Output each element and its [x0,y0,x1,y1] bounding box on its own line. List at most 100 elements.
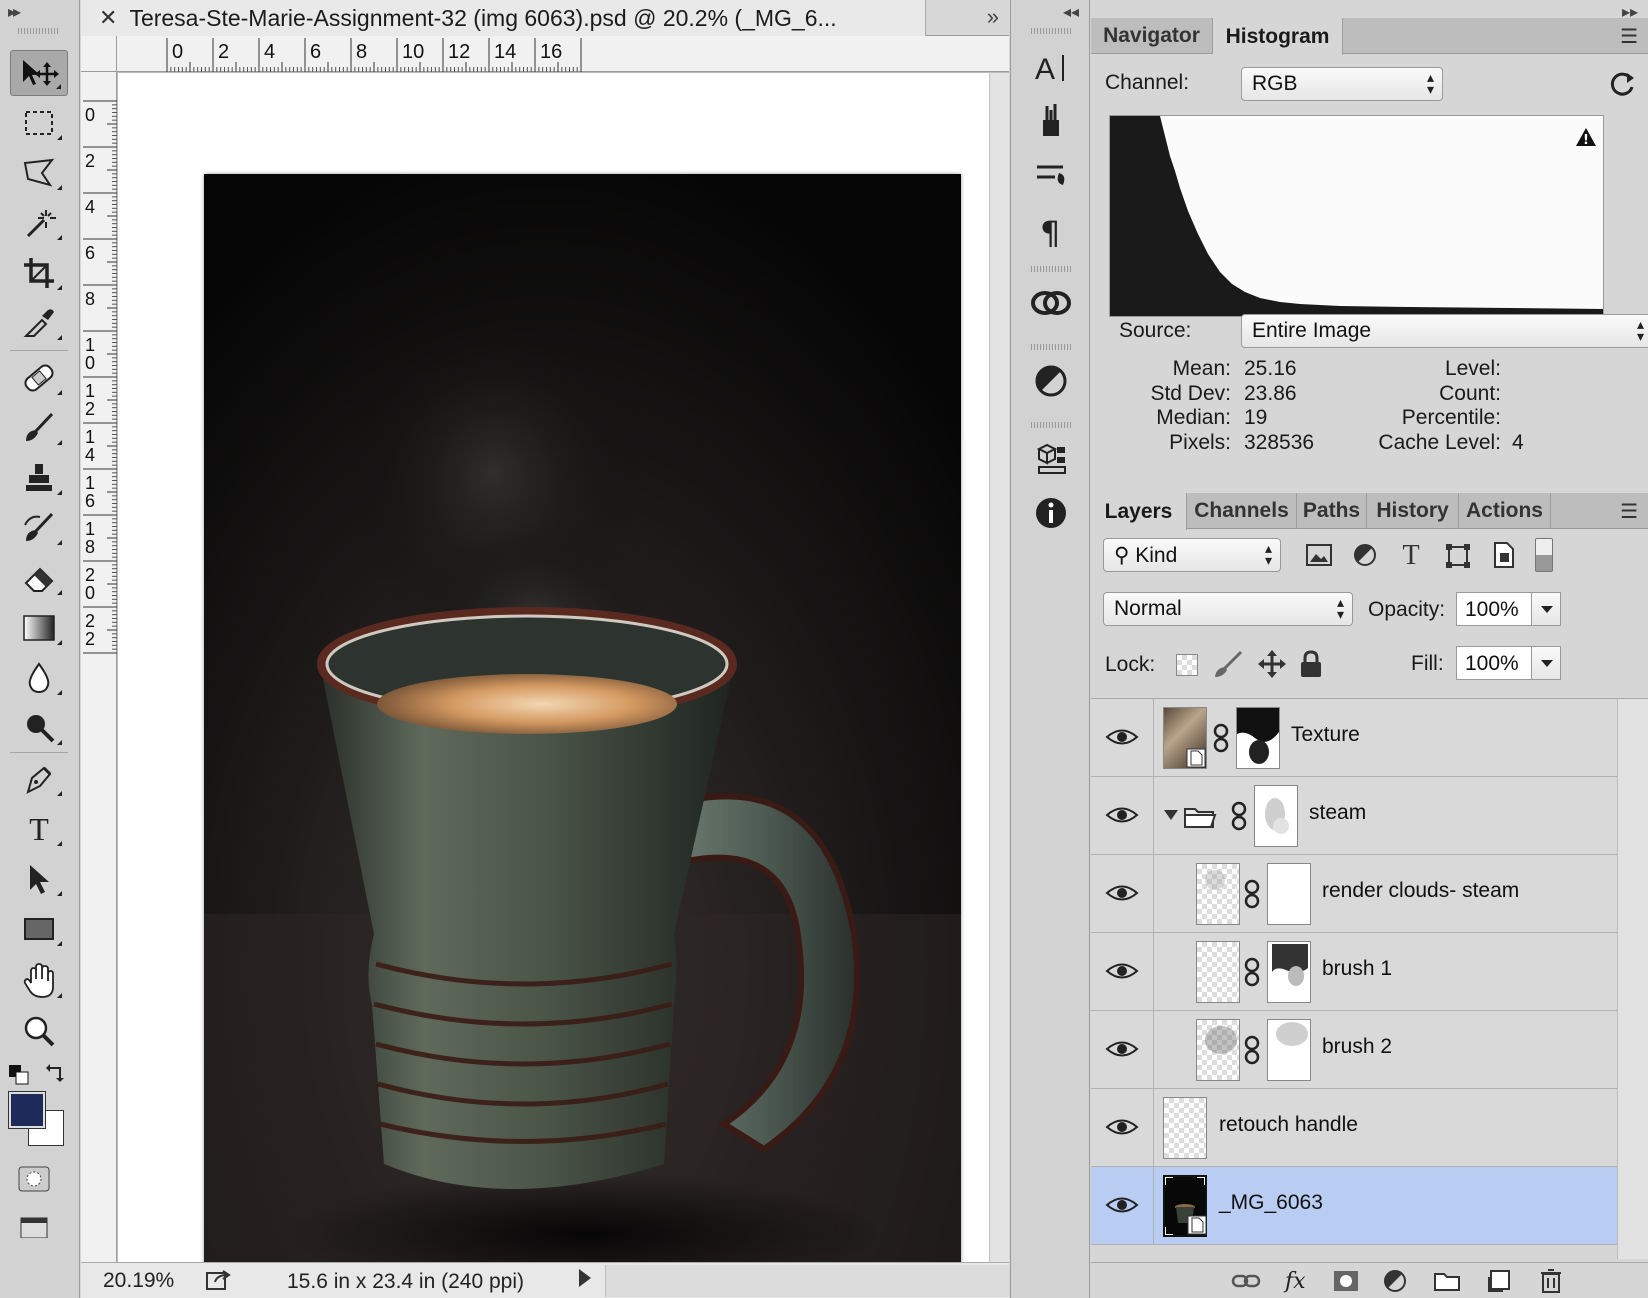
share-icon[interactable] [205,1267,233,1298]
eye-icon[interactable] [1105,1038,1139,1065]
layer-row-retouch-handle[interactable]: retouch handle [1091,1089,1617,1167]
3d-panel-icon[interactable] [1023,434,1079,484]
healing-brush-tool[interactable] [10,355,68,401]
layers-panel-menu-icon[interactable]: ☰ [1620,499,1638,524]
adjustments-panel-icon[interactable] [1023,356,1079,406]
source-select[interactable]: Entire Image ▴ ▾ [1241,314,1648,348]
layer-name[interactable]: brush 1 [1322,957,1392,981]
add-mask-icon[interactable] [1333,1267,1359,1295]
brush-tool[interactable] [10,405,68,451]
default-colors-icon[interactable] [8,1064,30,1091]
brush-presets-icon[interactable] [1023,95,1079,145]
hand-tool[interactable] [10,958,68,1004]
fill-dropdown[interactable] [1531,646,1561,680]
opacity-input[interactable]: 100% [1456,592,1532,626]
layer-thumbnail[interactable] [1196,1019,1240,1081]
eye-icon[interactable] [1105,1194,1139,1221]
layer-style-fx-icon[interactable]: fx [1285,1267,1306,1295]
layer-name[interactable]: _MG_6063 [1219,1191,1323,1215]
layer-name[interactable]: retouch handle [1219,1113,1358,1137]
canvas-area[interactable] [118,73,989,1298]
eye-icon[interactable] [1105,882,1139,909]
close-document-icon[interactable]: ✕ [99,5,117,31]
delete-layer-icon[interactable] [1539,1267,1563,1295]
filter-smart-object-icon[interactable] [1491,542,1515,573]
lock-position-icon[interactable] [1258,650,1286,683]
layer-name[interactable]: brush 2 [1322,1035,1392,1059]
expand-group-icon[interactable] [1163,808,1179,827]
eye-icon[interactable] [1105,804,1139,831]
paragraph-panel-icon[interactable]: ¶ [1023,205,1079,255]
layer-row-brush-1[interactable]: brush 1 [1091,933,1617,1011]
tab-navigator[interactable]: Navigator [1091,18,1213,54]
history-brush-tool[interactable] [10,505,68,551]
ruler-origin[interactable] [81,36,117,72]
rectangle-tool[interactable] [10,906,68,952]
link-icon[interactable] [1243,1035,1261,1070]
horizontal-ruler[interactable]: 0 2 4 6 8 10 12 14 16 [81,36,1009,72]
toolbar-grip[interactable] [18,28,58,34]
layers-scrollbar[interactable] [1617,699,1648,1259]
filter-adjustment-icon[interactable] [1353,543,1377,572]
layer-row-steam-group[interactable]: steam [1091,777,1617,855]
document-tab[interactable]: ✕ Teresa-Ste-Marie-Assignment-32 (img 60… [81,0,926,36]
layer-mask-thumbnail[interactable] [1236,707,1280,769]
magic-wand-tool[interactable] [10,200,68,246]
eye-icon[interactable] [1105,726,1139,753]
foreground-color-swatch[interactable] [8,1091,46,1129]
refresh-histogram-icon[interactable] [1607,68,1637,103]
layer-name[interactable]: render clouds- steam [1322,879,1519,903]
layer-mask-thumbnail[interactable] [1267,941,1311,1003]
zoom-level[interactable]: 20.19% [103,1269,174,1293]
tab-actions[interactable]: Actions [1459,493,1551,529]
layer-mask-thumbnail[interactable] [1267,1019,1311,1081]
link-icon[interactable] [1243,957,1261,992]
link-layers-icon[interactable] [1231,1267,1261,1295]
new-adjustment-layer-icon[interactable] [1383,1267,1407,1295]
brush-settings-icon[interactable] [1023,150,1079,200]
tab-history[interactable]: History [1367,493,1459,529]
crop-tool[interactable] [10,250,68,296]
dodge-tool[interactable] [10,705,68,751]
filter-pixel-icon[interactable] [1306,544,1332,571]
layer-mask-thumbnail[interactable] [1254,785,1298,847]
tab-histogram[interactable]: Histogram [1213,18,1343,55]
lock-transparent-pixels-icon[interactable] [1176,654,1198,676]
layer-name[interactable]: Texture [1291,723,1360,747]
new-layer-icon[interactable] [1487,1267,1511,1295]
tab-layers[interactable]: Layers [1091,493,1187,530]
rectangular-marquee-tool[interactable] [10,100,68,146]
new-group-icon[interactable] [1433,1267,1461,1295]
move-tool[interactable] [10,50,68,96]
horizontal-scrollbar[interactable] [605,1265,1009,1297]
vertical-ruler[interactable]: 0246810121416182022 [81,72,117,1262]
character-panel-icon[interactable]: A [1023,42,1079,92]
collapse-dock-icon[interactable]: ◂◂ [1063,2,1079,22]
screen-mode-icon[interactable] [18,1212,50,1243]
fill-input[interactable]: 100% [1456,646,1532,680]
vertical-scrollbar[interactable] [989,73,1009,1262]
link-icon[interactable] [1230,801,1248,836]
layer-row-brush-2[interactable]: brush 2 [1091,1011,1617,1089]
layer-row-render-clouds[interactable]: render clouds- steam [1091,855,1617,933]
swap-colors-icon[interactable] [44,1062,66,1089]
tab-channels[interactable]: Channels [1187,493,1297,529]
collapse-toolbar-icon[interactable]: ▸▸ [8,2,21,22]
clone-stamp-tool[interactable] [10,455,68,501]
blur-tool[interactable] [10,655,68,701]
filter-shape-icon[interactable] [1445,543,1471,574]
tab-paths[interactable]: Paths [1297,493,1367,529]
layer-thumbnail[interactable] [1163,707,1207,769]
eyedropper-tool[interactable] [10,300,68,346]
lock-image-pixels-icon[interactable] [1213,650,1243,683]
status-menu-arrow-icon[interactable] [579,1269,591,1287]
histogram-panel-menu-icon[interactable]: ☰ [1620,24,1638,49]
layer-filter-select[interactable]: ⚲ Kind ▴ ▾ [1103,538,1281,572]
lock-all-icon[interactable] [1299,650,1323,683]
eye-icon[interactable] [1105,1116,1139,1143]
filter-toggle[interactable] [1535,538,1553,572]
type-tool[interactable]: T [10,806,68,852]
layer-thumbnail[interactable] [1196,863,1240,925]
layer-thumbnail[interactable] [1196,941,1240,1003]
more-tabs-icon[interactable]: » [987,4,999,30]
